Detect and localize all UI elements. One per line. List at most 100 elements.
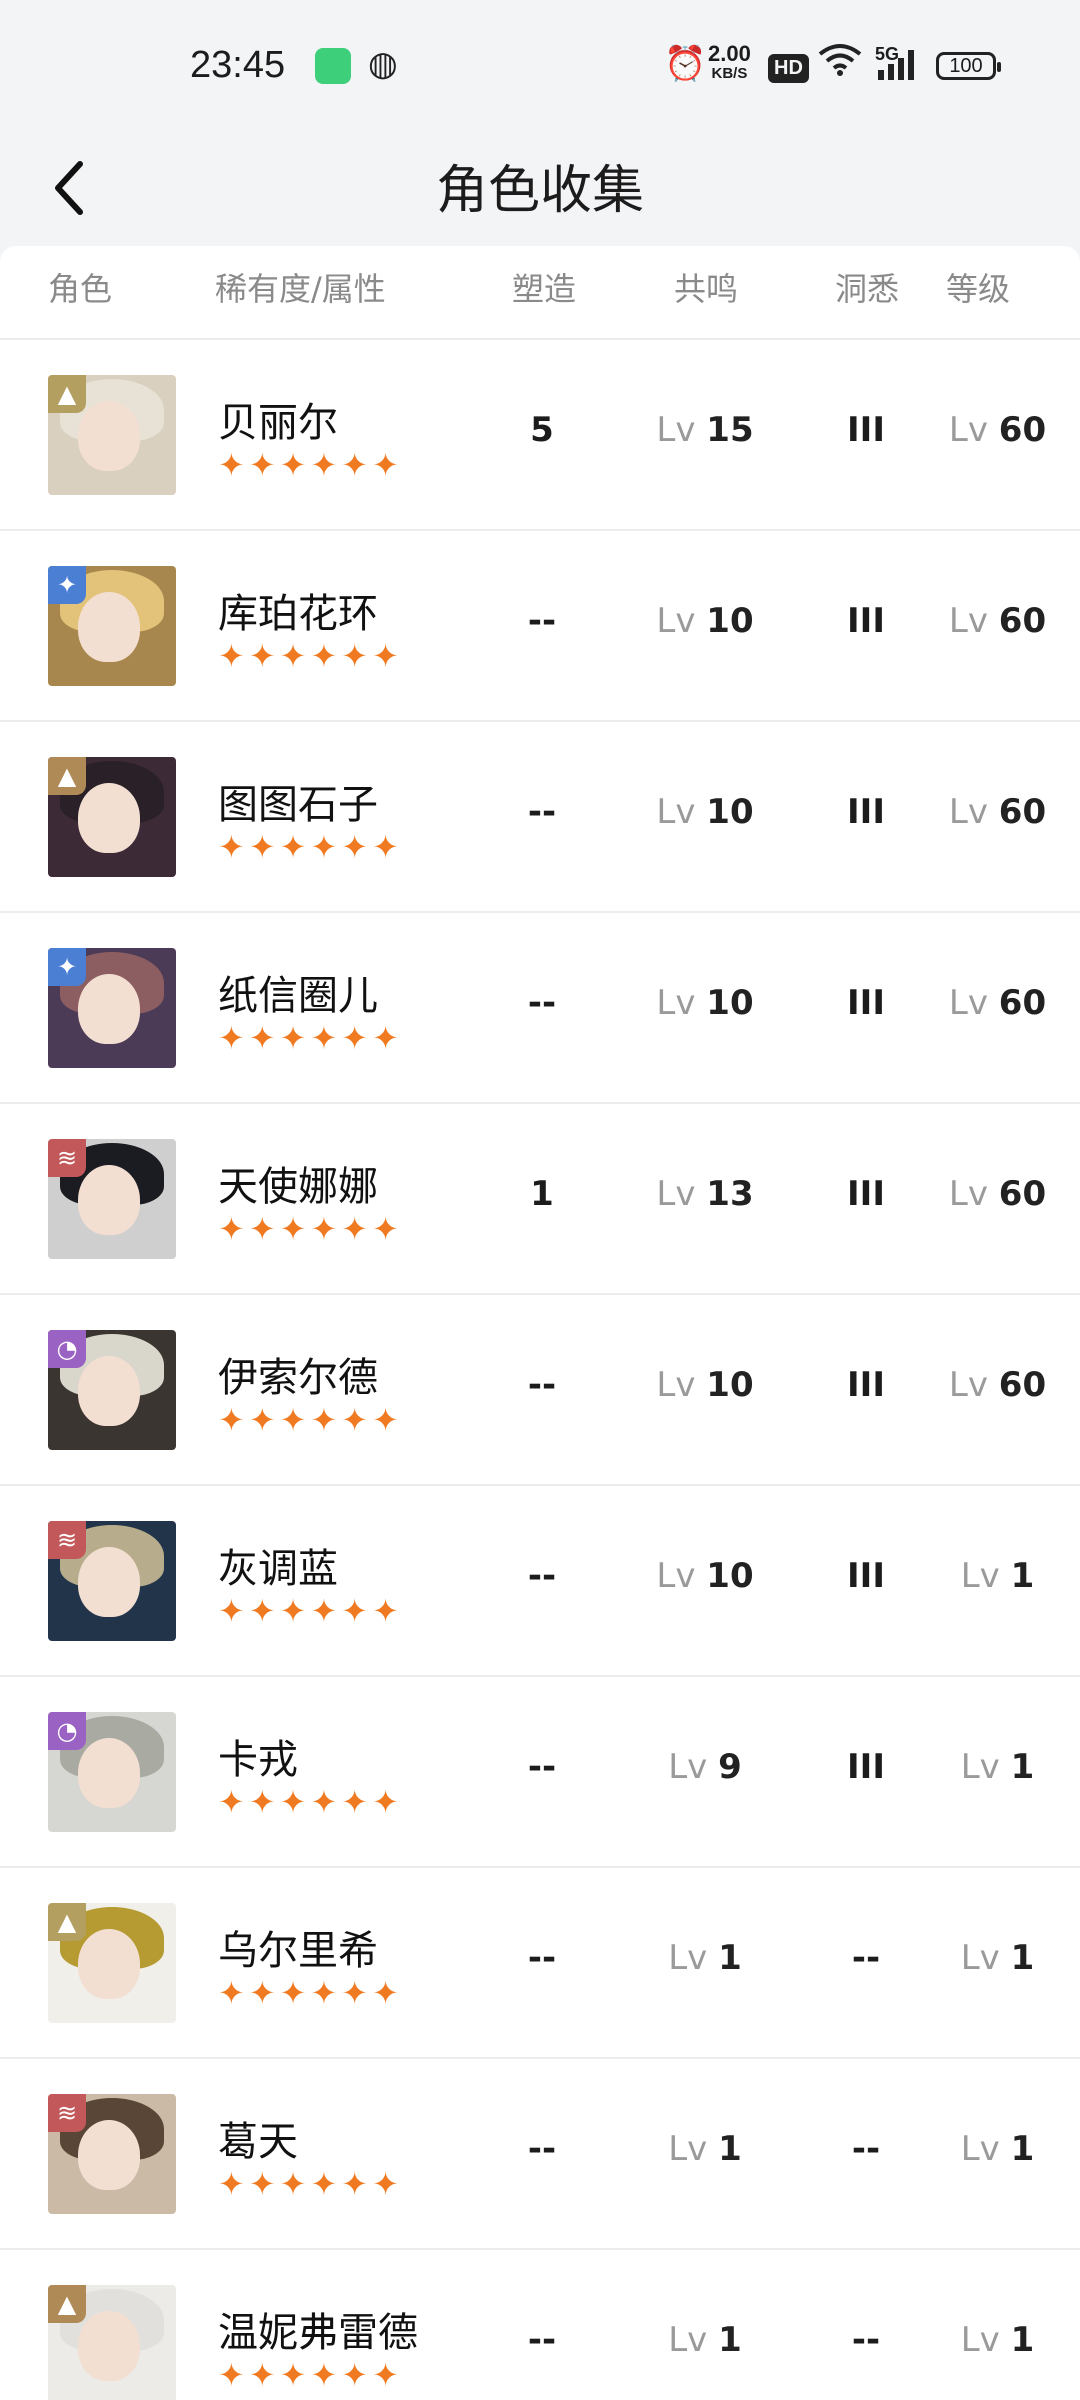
character-name: 图图石子 — [218, 782, 378, 828]
table-row[interactable]: ≋ 天使娜娜 ✦✦✦✦✦✦ 1 Lv 13 III Lv 60 — [0, 1104, 1080, 1295]
level-value: Lv 60 — [935, 1174, 1060, 1214]
shape-value: -- — [527, 983, 557, 1023]
network-speed-unit: KB/S — [711, 65, 748, 82]
table-row[interactable]: ▲ 贝丽尔 ✦✦✦✦✦✦ 5 Lv 15 III Lv 60 — [0, 340, 1080, 531]
avatar-face — [78, 401, 140, 471]
resonance-level: 10 — [706, 983, 754, 1023]
character-name: 葛天 — [218, 2119, 298, 2165]
wifi-icon — [818, 42, 862, 85]
avatar-face — [78, 974, 140, 1044]
signal-icon — [878, 50, 914, 80]
character-avatar: ▲ — [48, 375, 176, 495]
character-level: 1 — [1010, 1747, 1035, 1787]
level-value: Lv 1 — [935, 1938, 1060, 1978]
insight-value: III — [847, 601, 885, 641]
column-shape: 塑造 — [512, 270, 577, 308]
avatar-face — [78, 1356, 140, 1426]
rarity-stars: ✦✦✦✦✦✦ — [218, 2165, 403, 2203]
table-row[interactable]: ▲ 温妮弗雷德 ✦✦✦✦✦✦ -- Lv 1 -- Lv 1 — [0, 2250, 1080, 2400]
rarity-stars: ✦✦✦✦✦✦ — [218, 1019, 403, 1057]
table-row[interactable]: ✦ 库珀花环 ✦✦✦✦✦✦ -- Lv 10 III Lv 60 — [0, 531, 1080, 722]
level-value: Lv 60 — [935, 983, 1060, 1023]
shape-value: -- — [527, 1747, 557, 1787]
resonance-level: 1 — [718, 2320, 742, 2360]
character-avatar: ✦ — [48, 566, 176, 686]
resonance-prefix: Lv — [668, 1747, 708, 1787]
character-avatar: ▲ — [48, 1903, 176, 2023]
wechat-icon: ◍ — [368, 44, 398, 84]
resonance-level: 1 — [718, 1938, 742, 1978]
insight-value: III — [847, 983, 885, 1023]
character-level: 60 — [998, 1365, 1047, 1405]
character-name: 贝丽尔 — [218, 400, 338, 446]
character-name: 纸信圈儿 — [218, 973, 378, 1019]
table-row[interactable]: ▲ 图图石子 ✦✦✦✦✦✦ -- Lv 10 III Lv 60 — [0, 722, 1080, 913]
attribute-icon: ◔ — [48, 1712, 86, 1750]
character-level: 60 — [998, 792, 1047, 832]
avatar-face — [78, 1547, 140, 1617]
insight-value: III — [847, 410, 885, 450]
attribute-icon: ▲ — [48, 1903, 86, 1941]
resonance-level: 1 — [718, 2129, 742, 2169]
table-row[interactable]: ≋ 葛天 ✦✦✦✦✦✦ -- Lv 1 -- Lv 1 — [0, 2059, 1080, 2250]
resonance-prefix: Lv — [656, 601, 696, 641]
level-prefix: Lv — [948, 601, 988, 641]
attribute-icon: ◔ — [48, 1330, 86, 1368]
table-row[interactable]: ▲ 乌尔里希 ✦✦✦✦✦✦ -- Lv 1 -- Lv 1 — [0, 1868, 1080, 2059]
resonance-value: Lv 1 — [640, 1938, 770, 1978]
shape-value: -- — [527, 1938, 557, 1978]
resonance-level: 10 — [706, 1365, 754, 1405]
character-level: 60 — [998, 410, 1047, 450]
rarity-stars: ✦✦✦✦✦✦ — [218, 2356, 403, 2394]
character-name: 卡戎 — [218, 1737, 298, 1783]
shape-value: -- — [527, 1556, 557, 1596]
rarity-stars: ✦✦✦✦✦✦ — [218, 637, 403, 675]
attribute-icon: ▲ — [48, 2285, 86, 2323]
shape-value: -- — [527, 601, 557, 641]
character-avatar: ≋ — [48, 2094, 176, 2214]
level-prefix: Lv — [960, 1938, 1000, 1978]
character-list: ▲ 贝丽尔 ✦✦✦✦✦✦ 5 Lv 15 III Lv 60 ✦ 库珀花环 ✦✦✦✦✦✦ -- Lv … — [0, 340, 1080, 2400]
table-row[interactable]: ✦ 纸信圈儿 ✦✦✦✦✦✦ -- Lv 10 III Lv 60 — [0, 913, 1080, 1104]
character-level: 60 — [998, 983, 1047, 1023]
character-level: 60 — [998, 1174, 1047, 1214]
resonance-level: 15 — [706, 410, 754, 450]
resonance-value: Lv 10 — [640, 1556, 770, 1596]
avatar-face — [78, 1929, 140, 1999]
attribute-icon: ≋ — [48, 2094, 86, 2132]
insight-value: -- — [851, 2129, 881, 2169]
network-speed: 2.00 KB/S — [708, 41, 751, 84]
resonance-value: Lv 1 — [640, 2129, 770, 2169]
level-prefix: Lv — [948, 983, 988, 1023]
insight-value: -- — [851, 2320, 881, 2360]
resonance-prefix: Lv — [656, 410, 696, 450]
character-level: 1 — [1010, 2320, 1035, 2360]
rarity-stars: ✦✦✦✦✦✦ — [218, 1974, 403, 2012]
battery-icon: 100 — [936, 52, 1001, 80]
status-time: 23:45 — [190, 44, 286, 86]
status-bar: 23:45 ◍ ⏰ 2.00 KB/S HD 5G 100 — [0, 0, 1080, 136]
network-speed-value: 2.00 — [708, 41, 751, 66]
table-header: 角色 稀有度/属性 塑造 共鸣 洞悉 等级 — [0, 246, 1080, 340]
table-row[interactable]: ≋ 灰调蓝 ✦✦✦✦✦✦ -- Lv 10 III Lv 1 — [0, 1486, 1080, 1677]
attribute-icon: ≋ — [48, 1521, 86, 1559]
resonance-value: Lv 13 — [640, 1174, 770, 1214]
battery-app-icon — [315, 48, 351, 84]
level-prefix: Lv — [960, 1747, 1000, 1787]
column-role: 角色 — [48, 270, 113, 308]
table-row[interactable]: ◔ 伊索尔德 ✦✦✦✦✦✦ -- Lv 10 III Lv 60 — [0, 1295, 1080, 1486]
character-level: 60 — [998, 601, 1047, 641]
rarity-stars: ✦✦✦✦✦✦ — [218, 828, 403, 866]
resonance-prefix: Lv — [668, 2129, 708, 2169]
attribute-icon: ▲ — [48, 757, 86, 795]
attribute-icon: ✦ — [48, 948, 86, 986]
level-value: Lv 60 — [935, 792, 1060, 832]
table-row[interactable]: ◔ 卡戎 ✦✦✦✦✦✦ -- Lv 9 III Lv 1 — [0, 1677, 1080, 1868]
level-value: Lv 60 — [935, 410, 1060, 450]
resonance-level: 10 — [706, 1556, 754, 1596]
level-prefix: Lv — [960, 2320, 1000, 2360]
character-level: 1 — [1010, 2129, 1035, 2169]
shape-value: -- — [527, 2320, 557, 2360]
character-avatar: ✦ — [48, 948, 176, 1068]
character-name: 伊索尔德 — [218, 1355, 378, 1401]
